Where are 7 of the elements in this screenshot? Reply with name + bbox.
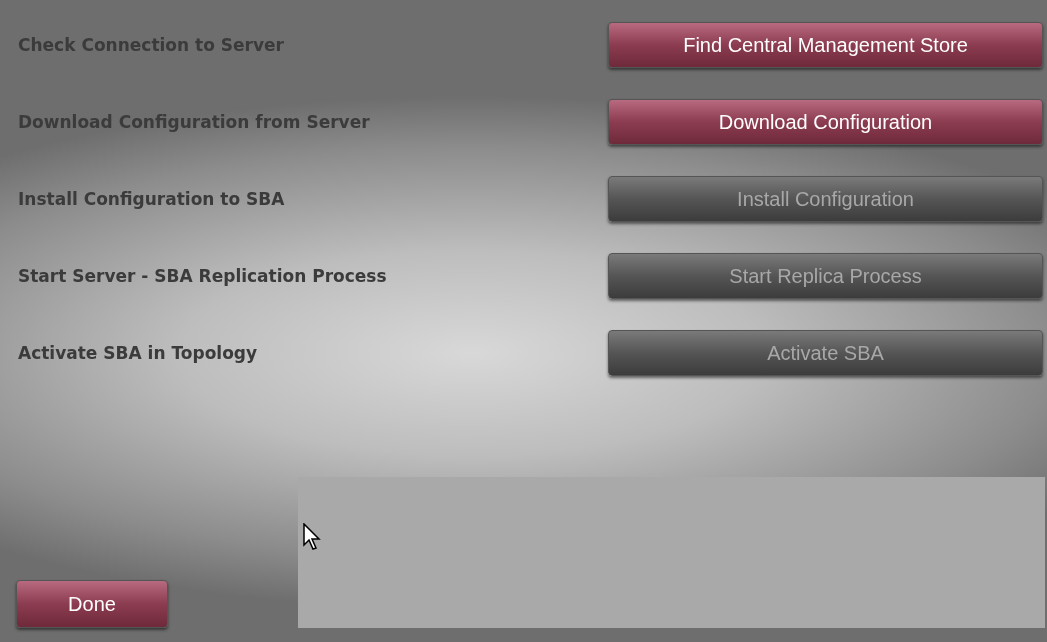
cursor-icon: [303, 523, 321, 551]
step-label: Start Server - SBA Replication Process: [17, 266, 388, 286]
step-button[interactable]: Download Configuration: [608, 99, 1043, 145]
step-label: Install Configuration to SBA: [17, 189, 286, 209]
step-button[interactable]: Find Central Management Store: [608, 22, 1043, 68]
done-button[interactable]: Done: [16, 580, 168, 628]
step-label: Activate SBA in Topology: [17, 343, 259, 363]
